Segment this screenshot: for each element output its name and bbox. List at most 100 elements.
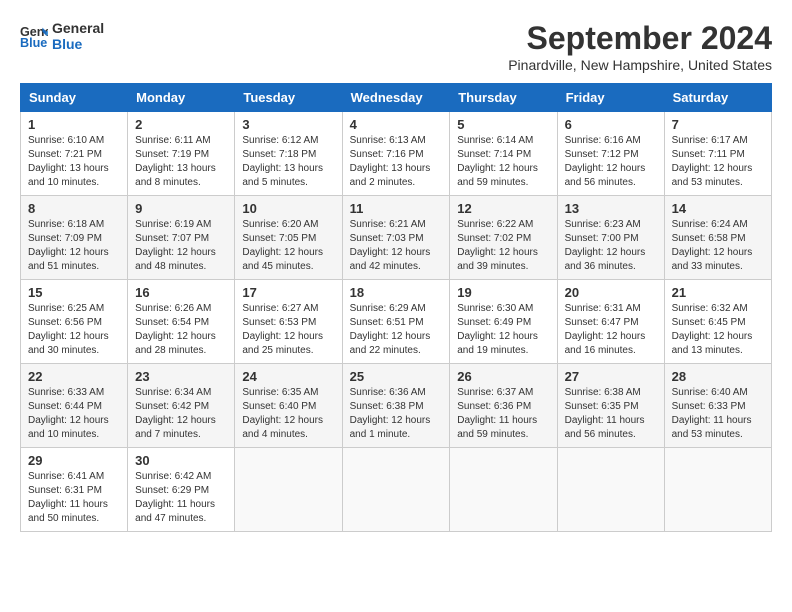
day-content: Sunrise: 6:12 AM Sunset: 7:18 PM Dayligh…: [242, 134, 334, 190]
calendar-cell: 14 Sunrise: 6:24 AM Sunset: 6:58 PM Dayli…: [664, 196, 771, 280]
day-content: Sunrise: 6:10 AM Sunset: 7:21 PM Dayligh…: [28, 134, 120, 190]
calendar-cell: [235, 448, 342, 532]
day-content: Sunrise: 6:22 AM Sunset: 7:02 PM Dayligh…: [457, 218, 549, 274]
day-number: 24: [242, 369, 334, 384]
day-content: Sunrise: 6:11 AM Sunset: 7:19 PM Dayligh…: [135, 134, 227, 190]
day-number: 5: [457, 117, 549, 132]
calendar-cell: [342, 448, 450, 532]
calendar-cell: 13 Sunrise: 6:23 AM Sunset: 7:00 PM Dayli…: [557, 196, 664, 280]
logo-blue: Blue: [52, 36, 104, 52]
calendar-cell: 25 Sunrise: 6:36 AM Sunset: 6:38 PM Dayli…: [342, 364, 450, 448]
day-number: 4: [350, 117, 443, 132]
day-number: 1: [28, 117, 120, 132]
col-thursday: Thursday: [450, 84, 557, 112]
logo: General Blue General Blue: [20, 20, 104, 52]
calendar-cell: 18Sunrise: 6:29 AM Sunset: 6:51 PM Dayli…: [342, 280, 450, 364]
day-number: 22: [28, 369, 120, 384]
calendar-cell: 2 Sunrise: 6:11 AM Sunset: 7:19 PM Daylig…: [128, 112, 235, 196]
day-content: Sunrise: 6:14 AM Sunset: 7:14 PM Dayligh…: [457, 134, 549, 190]
calendar-cell: 30 Sunrise: 6:42 AM Sunset: 6:29 PM Dayli…: [128, 448, 235, 532]
calendar-week-row: 15Sunrise: 6:25 AM Sunset: 6:56 PM Dayli…: [21, 280, 772, 364]
col-tuesday: Tuesday: [235, 84, 342, 112]
calendar-cell: 16Sunrise: 6:26 AM Sunset: 6:54 PM Dayli…: [128, 280, 235, 364]
day-content: Sunrise: 6:33 AM Sunset: 6:44 PM Dayligh…: [28, 386, 120, 442]
header: General Blue General Blue September 2024…: [20, 20, 772, 73]
day-number: 13: [565, 201, 657, 216]
calendar-cell: 20Sunrise: 6:31 AM Sunset: 6:47 PM Dayli…: [557, 280, 664, 364]
day-content: Sunrise: 6:17 AM Sunset: 7:11 PM Dayligh…: [672, 134, 764, 190]
calendar-cell: 23 Sunrise: 6:34 AM Sunset: 6:42 PM Dayli…: [128, 364, 235, 448]
day-content: Sunrise: 6:19 AM Sunset: 7:07 PM Dayligh…: [135, 218, 227, 274]
day-number: 8: [28, 201, 120, 216]
day-number: 7: [672, 117, 764, 132]
day-number: 10: [242, 201, 334, 216]
day-content: Sunrise: 6:36 AM Sunset: 6:38 PM Dayligh…: [350, 386, 443, 442]
day-content: Sunrise: 6:20 AM Sunset: 7:05 PM Dayligh…: [242, 218, 334, 274]
day-content: Sunrise: 6:42 AM Sunset: 6:29 PM Dayligh…: [135, 470, 227, 526]
day-number: 25: [350, 369, 443, 384]
svg-text:Blue: Blue: [20, 36, 47, 50]
day-number: 16: [135, 285, 227, 300]
day-content: Sunrise: 6:24 AM Sunset: 6:58 PM Dayligh…: [672, 218, 764, 274]
day-number: 2: [135, 117, 227, 132]
logo-general: General: [52, 20, 104, 36]
calendar-cell: 5 Sunrise: 6:14 AM Sunset: 7:14 PM Daylig…: [450, 112, 557, 196]
calendar-cell: 3 Sunrise: 6:12 AM Sunset: 7:18 PM Daylig…: [235, 112, 342, 196]
day-content: Sunrise: 6:13 AM Sunset: 7:16 PM Dayligh…: [350, 134, 443, 190]
calendar-cell: 11 Sunrise: 6:21 AM Sunset: 7:03 PM Dayli…: [342, 196, 450, 280]
day-content: Sunrise: 6:23 AM Sunset: 7:00 PM Dayligh…: [565, 218, 657, 274]
day-content: Sunrise: 6:41 AM Sunset: 6:31 PM Dayligh…: [28, 470, 120, 526]
day-number: 20: [565, 285, 657, 300]
day-number: 15: [28, 285, 120, 300]
calendar-cell: 29 Sunrise: 6:41 AM Sunset: 6:31 PM Dayli…: [21, 448, 128, 532]
day-number: 3: [242, 117, 334, 132]
calendar-cell: 6Sunrise: 6:16 AM Sunset: 7:12 PM Daylig…: [557, 112, 664, 196]
calendar-header-row: Sunday Monday Tuesday Wednesday Thursday…: [21, 84, 772, 112]
day-content: Sunrise: 6:37 AM Sunset: 6:36 PM Dayligh…: [457, 386, 549, 442]
calendar-cell: 27Sunrise: 6:38 AM Sunset: 6:35 PM Dayli…: [557, 364, 664, 448]
day-content: Sunrise: 6:30 AM Sunset: 6:49 PM Dayligh…: [457, 302, 549, 358]
day-number: 14: [672, 201, 764, 216]
calendar-cell: 21Sunrise: 6:32 AM Sunset: 6:45 PM Dayli…: [664, 280, 771, 364]
day-content: Sunrise: 6:27 AM Sunset: 6:53 PM Dayligh…: [242, 302, 334, 358]
calendar-cell: 19 Sunrise: 6:30 AM Sunset: 6:49 PM Dayli…: [450, 280, 557, 364]
day-number: 11: [350, 201, 443, 216]
calendar-cell: 10 Sunrise: 6:20 AM Sunset: 7:05 PM Dayli…: [235, 196, 342, 280]
calendar-week-row: 29 Sunrise: 6:41 AM Sunset: 6:31 PM Dayli…: [21, 448, 772, 532]
title-block: September 2024 Pinardville, New Hampshir…: [508, 20, 772, 73]
calendar-cell: 28 Sunrise: 6:40 AM Sunset: 6:33 PM Dayli…: [664, 364, 771, 448]
calendar-week-row: 8 Sunrise: 6:18 AM Sunset: 7:09 PM Daylig…: [21, 196, 772, 280]
day-content: Sunrise: 6:38 AM Sunset: 6:35 PM Dayligh…: [565, 386, 657, 442]
day-number: 9: [135, 201, 227, 216]
day-number: 12: [457, 201, 549, 216]
day-number: 29: [28, 453, 120, 468]
col-sunday: Sunday: [21, 84, 128, 112]
calendar-cell: 4 Sunrise: 6:13 AM Sunset: 7:16 PM Daylig…: [342, 112, 450, 196]
col-wednesday: Wednesday: [342, 84, 450, 112]
day-number: 28: [672, 369, 764, 384]
calendar-cell: 1 Sunrise: 6:10 AM Sunset: 7:21 PM Daylig…: [21, 112, 128, 196]
day-number: 18: [350, 285, 443, 300]
calendar-table: Sunday Monday Tuesday Wednesday Thursday…: [20, 83, 772, 532]
day-content: Sunrise: 6:21 AM Sunset: 7:03 PM Dayligh…: [350, 218, 443, 274]
calendar-cell: 15Sunrise: 6:25 AM Sunset: 6:56 PM Dayli…: [21, 280, 128, 364]
calendar-cell: 17Sunrise: 6:27 AM Sunset: 6:53 PM Dayli…: [235, 280, 342, 364]
day-content: Sunrise: 6:34 AM Sunset: 6:42 PM Dayligh…: [135, 386, 227, 442]
day-content: Sunrise: 6:40 AM Sunset: 6:33 PM Dayligh…: [672, 386, 764, 442]
calendar-week-row: 22 Sunrise: 6:33 AM Sunset: 6:44 PM Dayli…: [21, 364, 772, 448]
calendar-cell: 12 Sunrise: 6:22 AM Sunset: 7:02 PM Dayli…: [450, 196, 557, 280]
day-content: Sunrise: 6:16 AM Sunset: 7:12 PM Dayligh…: [565, 134, 657, 190]
day-number: 30: [135, 453, 227, 468]
day-content: Sunrise: 6:18 AM Sunset: 7:09 PM Dayligh…: [28, 218, 120, 274]
calendar-week-row: 1 Sunrise: 6:10 AM Sunset: 7:21 PM Daylig…: [21, 112, 772, 196]
calendar-cell: 7 Sunrise: 6:17 AM Sunset: 7:11 PM Daylig…: [664, 112, 771, 196]
calendar-cell: [664, 448, 771, 532]
day-content: Sunrise: 6:35 AM Sunset: 6:40 PM Dayligh…: [242, 386, 334, 442]
col-friday: Friday: [557, 84, 664, 112]
subtitle: Pinardville, New Hampshire, United State…: [508, 57, 772, 73]
main-title: September 2024: [508, 20, 772, 57]
day-number: 23: [135, 369, 227, 384]
day-number: 19: [457, 285, 549, 300]
calendar-cell: 22 Sunrise: 6:33 AM Sunset: 6:44 PM Dayli…: [21, 364, 128, 448]
calendar-cell: 24 Sunrise: 6:35 AM Sunset: 6:40 PM Dayli…: [235, 364, 342, 448]
